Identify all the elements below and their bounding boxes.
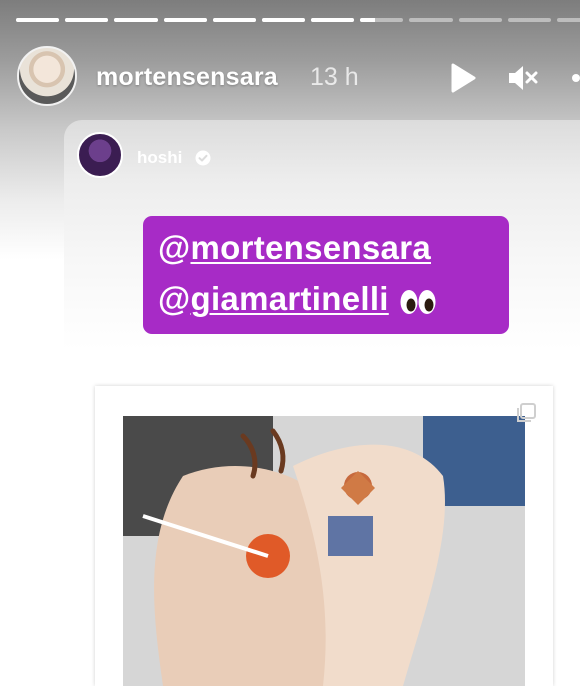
- shared-post-card[interactable]: hoshi @mortensensara @giamartinelli: [64, 120, 580, 686]
- progress-segment: [409, 18, 453, 22]
- progress-segment: [261, 18, 306, 22]
- story-header: mortensensara 13 h: [17, 46, 580, 110]
- progress-segment: [163, 18, 207, 22]
- mention-line[interactable]: @mortensensara: [158, 229, 431, 267]
- progress-segment: [16, 18, 60, 22]
- post-photo[interactable]: [123, 416, 525, 686]
- story-progress-bar: [16, 18, 580, 22]
- multi-post-icon: [515, 402, 537, 424]
- more-icon[interactable]: [567, 62, 580, 94]
- progress-segment: [114, 18, 158, 22]
- mute-icon[interactable]: [506, 62, 538, 94]
- user-avatar[interactable]: [17, 46, 77, 106]
- shared-username[interactable]: hoshi: [137, 148, 182, 168]
- mention-sticker: @mortensensara @giamartinelli: [143, 216, 509, 334]
- progress-segment: [458, 18, 502, 22]
- progress-segment: [311, 18, 355, 22]
- mention-handle[interactable]: mortensensara: [190, 229, 431, 266]
- progress-segment-current: [360, 18, 404, 22]
- verified-badge-icon: [195, 150, 211, 166]
- progress-segment: [556, 18, 580, 22]
- story-timestamp: 13 h: [310, 63, 359, 91]
- embedded-post[interactable]: [95, 386, 553, 686]
- story-username[interactable]: mortensensara: [96, 63, 278, 92]
- progress-segment: [212, 18, 256, 22]
- play-icon[interactable]: [445, 62, 477, 94]
- eyes-emoji-icon: [399, 285, 437, 315]
- mention-handle[interactable]: giamartinelli: [190, 280, 388, 317]
- progress-segment: [507, 18, 551, 22]
- shared-user-avatar[interactable]: [77, 132, 123, 178]
- mention-line[interactable]: @giamartinelli: [158, 280, 437, 318]
- progress-segment: [65, 18, 109, 22]
